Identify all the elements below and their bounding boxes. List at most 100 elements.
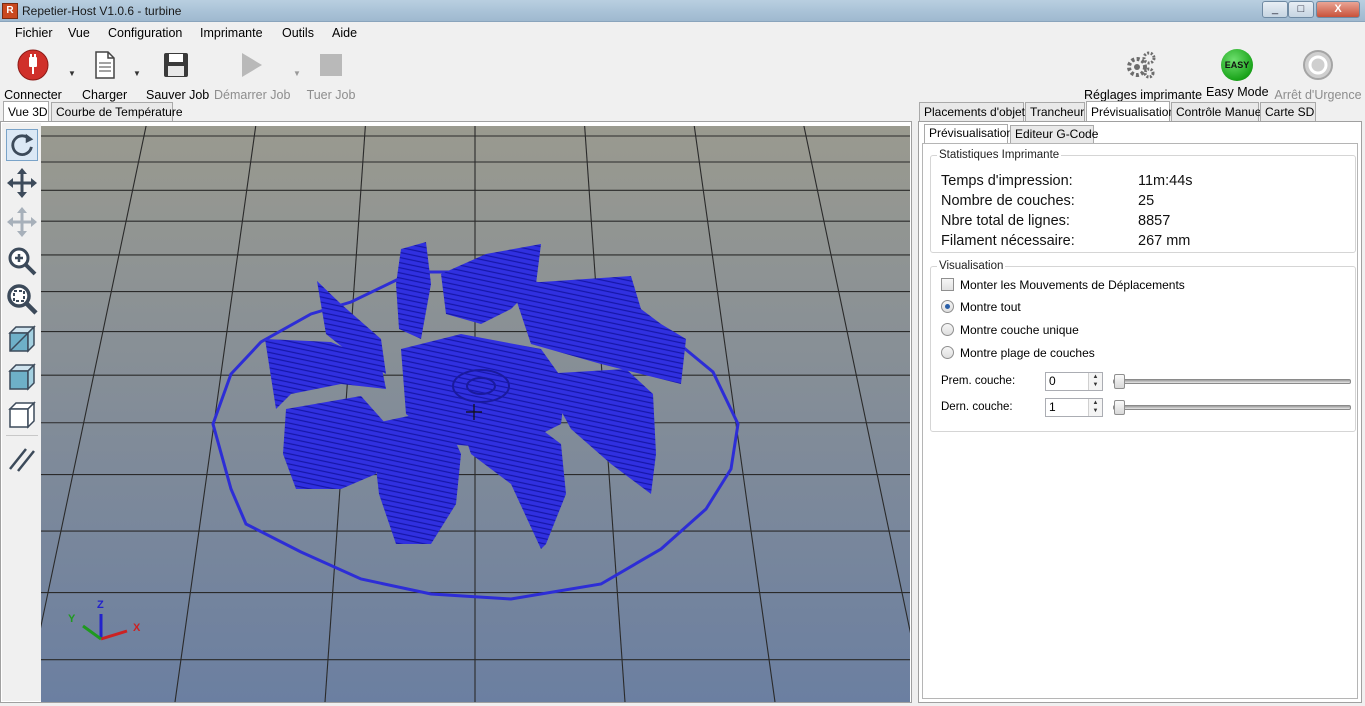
emergency-stop-label: Arrêt d'Urgence bbox=[1274, 88, 1362, 102]
tab-vue-3d[interactable]: Vue 3D bbox=[3, 101, 49, 122]
menu-imprimante[interactable]: Imprimante bbox=[200, 26, 263, 40]
connect-label: Connecter bbox=[4, 88, 62, 102]
first-layer-label: Prem. couche: bbox=[941, 375, 1016, 387]
last-layer-row: Dern. couche: 1 ▲ ▼ bbox=[941, 398, 1353, 418]
printer-settings-label: Réglages imprimante bbox=[1084, 88, 1203, 102]
last-layer-slider[interactable] bbox=[1113, 400, 1351, 415]
slider-thumb[interactable] bbox=[1114, 374, 1125, 389]
zoom-fit-icon[interactable] bbox=[6, 283, 38, 315]
window-title: Repetier-Host V1.0.6 - turbine bbox=[22, 4, 182, 18]
3d-viewport-canvas[interactable]: Z X Y bbox=[41, 124, 910, 702]
move-arrows-icon[interactable] bbox=[6, 167, 38, 199]
start-job-dropdown-arrow-icon[interactable]: ▼ bbox=[293, 69, 301, 78]
connect-button[interactable]: Connecter bbox=[4, 49, 62, 102]
stat-label: Nombre de couches: bbox=[941, 193, 1075, 209]
stat-label: Filament nécessaire: bbox=[941, 233, 1075, 249]
subtab-previsualisation[interactable]: Prévisualisation bbox=[924, 124, 1013, 144]
tab-placements-objets[interactable]: Placements d'objets bbox=[919, 102, 1031, 122]
maximize-button[interactable]: □ bbox=[1288, 1, 1314, 18]
show-all-label: Montre tout bbox=[960, 300, 1021, 314]
load-button[interactable]: Charger bbox=[82, 49, 128, 102]
minimize-button[interactable]: _ bbox=[1262, 1, 1288, 18]
stepper-arrows-icon[interactable]: ▲ ▼ bbox=[1088, 373, 1102, 390]
title-bar: R Repetier-Host V1.0.6 - turbine _ □ X bbox=[0, 0, 1365, 22]
show-travel-checkbox[interactable]: Monter les Mouvements de Déplacements bbox=[941, 278, 1185, 292]
last-layer-value: 1 bbox=[1049, 400, 1056, 414]
slider-thumb[interactable] bbox=[1114, 400, 1125, 415]
menu-vue[interactable]: Vue bbox=[68, 26, 90, 40]
tab-courbe-temperature[interactable]: Courbe de Température bbox=[51, 102, 183, 122]
easy-mode-icon: EASY bbox=[1221, 49, 1253, 81]
stepper-arrows-icon[interactable]: ▲ ▼ bbox=[1088, 399, 1102, 416]
save-job-label: Sauver Job bbox=[146, 88, 210, 102]
stat-label: Temps d'impression: bbox=[941, 173, 1073, 189]
subtab-editeur-gcode[interactable]: Editeur G-Code bbox=[1010, 125, 1098, 144]
stat-value: 25 bbox=[1138, 193, 1155, 209]
printer-stats-legend: Statistiques Imprimante bbox=[939, 149, 1060, 161]
tab-trancheur[interactable]: Trancheur bbox=[1025, 102, 1085, 122]
menu-outils[interactable]: Outils bbox=[282, 26, 314, 40]
load-dropdown-arrow-icon[interactable]: ▼ bbox=[133, 69, 141, 78]
last-layer-label: Dern. couche: bbox=[941, 401, 1013, 413]
printer-settings-button[interactable]: Réglages imprimante bbox=[1084, 49, 1203, 102]
isometric-view-icon[interactable] bbox=[6, 323, 38, 355]
document-icon bbox=[95, 51, 115, 79]
easy-mode-label: Easy Mode bbox=[1206, 85, 1269, 99]
view-3d-panel: Z X Y bbox=[0, 121, 912, 703]
first-layer-stepper[interactable]: 0 ▲ ▼ bbox=[1045, 372, 1103, 391]
blade bbox=[283, 396, 386, 489]
single-layer-radio[interactable]: Montre couche unique bbox=[941, 323, 1079, 337]
load-label: Charger bbox=[82, 88, 128, 102]
save-job-button[interactable]: Sauver Job bbox=[146, 49, 210, 102]
preview-panel: Prévisualisation Editeur G-Code Statisti… bbox=[918, 121, 1362, 703]
start-job-button[interactable]: Démarrer Job bbox=[214, 49, 290, 102]
last-layer-stepper[interactable]: 1 ▲ ▼ bbox=[1045, 398, 1103, 417]
gears-icon bbox=[1127, 51, 1156, 79]
layer-range-radio[interactable]: Montre plage de couches bbox=[941, 346, 1095, 360]
front-view-icon[interactable] bbox=[6, 361, 38, 393]
parallel-projection-icon[interactable] bbox=[6, 443, 38, 475]
radio-selected[interactable] bbox=[941, 300, 954, 313]
close-button[interactable]: X bbox=[1316, 1, 1360, 18]
printer-stats-group: Statistiques Imprimante Temps d'impressi… bbox=[930, 149, 1356, 253]
zoom-in-icon[interactable] bbox=[6, 245, 38, 277]
checkbox-box[interactable] bbox=[941, 278, 954, 291]
repetier-host-window: R Repetier-Host V1.0.6 - turbine _ □ X F… bbox=[0, 0, 1365, 706]
first-layer-value: 0 bbox=[1049, 374, 1056, 388]
menu-fichier[interactable]: Fichier bbox=[15, 26, 53, 40]
kill-job-button[interactable]: Tuer Job bbox=[306, 49, 356, 102]
stat-value: 11m:44s bbox=[1138, 173, 1193, 189]
kill-job-label: Tuer Job bbox=[306, 88, 356, 102]
single-layer-label: Montre couche unique bbox=[960, 323, 1079, 337]
move-object-icon[interactable] bbox=[6, 206, 38, 238]
radio-unselected[interactable] bbox=[941, 346, 954, 359]
z-axis-label: Z bbox=[97, 599, 104, 611]
toolbar: Connecter ▼ Charger ▼ Sauver Job Démarre… bbox=[0, 45, 1365, 102]
tab-controle-manuel[interactable]: Contrôle Manuel bbox=[1171, 102, 1264, 122]
menu-bar: Fichier Vue Configuration Imprimante Out… bbox=[0, 23, 1365, 44]
app-logo-icon: R bbox=[2, 3, 18, 19]
stat-value: 267 mm bbox=[1138, 233, 1191, 249]
first-layer-slider[interactable] bbox=[1113, 374, 1351, 389]
first-layer-row: Prem. couche: 0 ▲ ▼ bbox=[941, 372, 1353, 392]
stat-label: Nbre total de lignes: bbox=[941, 213, 1070, 229]
radio-unselected[interactable] bbox=[941, 323, 954, 336]
visualisation-group: Visualisation Monter les Mouvements de D… bbox=[930, 260, 1356, 432]
tab-carte-sd[interactable]: Carte SD bbox=[1260, 102, 1316, 122]
tab-previsualisation[interactable]: Prévisualisation bbox=[1086, 101, 1175, 122]
emergency-stop-icon bbox=[1303, 50, 1333, 80]
view-tools-sidebar bbox=[2, 123, 41, 701]
stat-value: 8857 bbox=[1138, 213, 1171, 229]
easy-mode-button[interactable]: EASY Easy Mode bbox=[1206, 49, 1269, 99]
x-axis-label: X bbox=[133, 622, 141, 634]
layer-range-label: Montre plage de couches bbox=[960, 346, 1095, 360]
menu-aide[interactable]: Aide bbox=[332, 26, 357, 40]
connect-dropdown-arrow-icon[interactable]: ▼ bbox=[68, 69, 76, 78]
top-view-icon[interactable] bbox=[6, 399, 38, 431]
rotate-icon[interactable] bbox=[6, 129, 38, 161]
show-all-radio[interactable]: Montre tout bbox=[941, 300, 1021, 314]
floppy-disk-icon bbox=[164, 53, 188, 77]
emergency-stop-button[interactable]: Arrêt d'Urgence bbox=[1274, 49, 1362, 102]
menu-configuration[interactable]: Configuration bbox=[108, 26, 182, 40]
show-travel-label: Monter les Mouvements de Déplacements bbox=[960, 278, 1185, 292]
